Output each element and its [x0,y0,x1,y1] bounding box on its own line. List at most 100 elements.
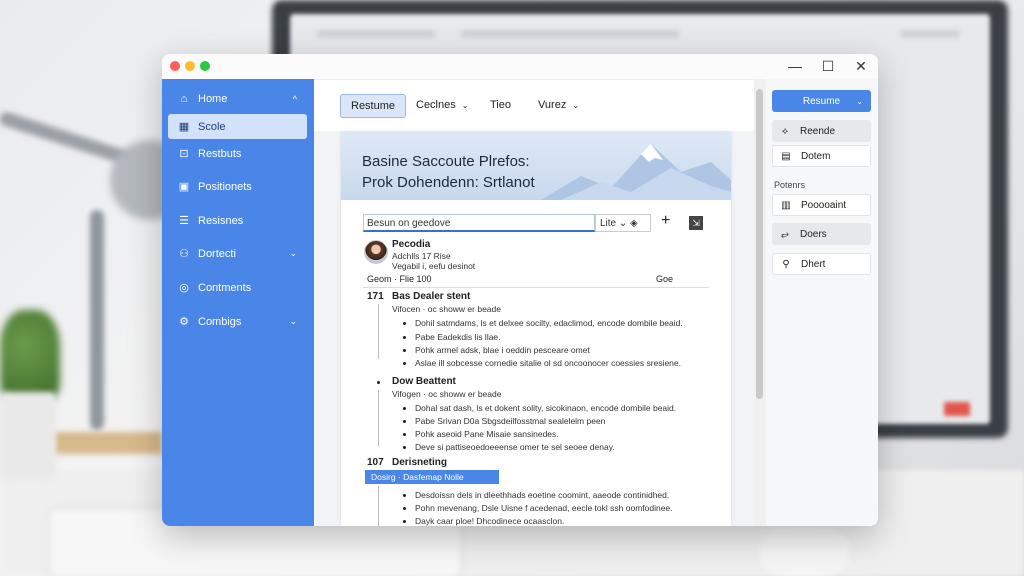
sidebar: ⌂ Home ^ ▦ Scole ⊡ Restbuts ▣ Positionet… [162,79,314,526]
background-lamp-arm [90,210,104,430]
button-label: Resume [802,95,841,107]
bullet-dot [403,407,406,410]
chart-icon: ⊡ [179,148,189,160]
document-banner: Basine Saccoute Plrefos: Prok Dohendenn:… [341,132,731,200]
section-number: 171 [367,291,384,302]
comment-icon: ◎ [179,282,189,294]
background-pot [0,392,56,478]
bullet-dot [403,336,406,339]
bullet-text: Dohil satmdams, ls et delxee socilty, ed… [415,318,683,328]
document-title-line-2: Prok Dohendenn: Srtlanot [362,174,535,191]
bullet-text: Pabe Srivan D0a Sbgsdeilfosstmal sealele… [415,416,606,426]
chevron-up-icon: ^ [292,93,297,104]
tab-restume[interactable]: Restume [340,94,407,118]
maximize-icon[interactable]: ☐ [818,56,838,76]
vertical-scrollbar[interactable] [754,79,766,526]
divider [363,287,709,288]
document-page: Basine Saccoute Plrefos: Prok Dohendenn:… [341,132,731,526]
sidebar-item-combigs[interactable]: ⚙ Combigs ⌄ [168,309,307,334]
title-bar: — ☐ ✕ [162,54,878,80]
bullet-text: Aslae ill sobcesse cornedie sitalie ol s… [415,358,682,368]
profile-name: Pecodia [392,239,431,250]
panel-section-label: Potenrs [774,180,806,190]
profile-line-1: Adchlls 17 Rise [392,251,451,261]
sidebar-item-resisnes[interactable]: ☰ Resisnes [168,208,307,233]
dhert-button[interactable]: ⚲ Dhert [772,253,871,275]
sidebar-item-contments[interactable]: ◎ Contments [168,275,307,300]
button-label: Pooooaint [801,199,847,211]
sidebar-item-dortecti[interactable]: ⚇ Dortecti ⌄ [168,241,307,266]
sidebar-item-restbuts[interactable]: ⊡ Restbuts [168,141,307,166]
right-panel: Resume ⌄ ⟡ Reende ▤ Dotem Potenrs ▥ Pooo… [766,79,878,526]
button-label: Doers [800,228,827,240]
background-line [460,30,680,38]
card-icon: ▣ [178,181,190,193]
pooooaint-button[interactable]: ▥ Pooooaint [772,194,871,216]
bullet-text: Pohk aseoid Pane Misaie sansinedes. [415,429,559,439]
tab-vurez[interactable]: Vurez ⌄ [528,94,589,116]
sidebar-item-label: Restbuts [198,147,242,160]
mountain-illustration [541,144,731,200]
bullet-dot [403,420,406,423]
tab-ceclnes[interactable]: Ceclnes ⌄ [406,94,478,116]
resume-dropdown-button[interactable]: Resume ⌄ [772,90,871,112]
button-label: Dhert [801,258,826,270]
bullet-dot [403,433,406,436]
add-icon[interactable]: + [661,212,670,230]
section-number: 107 [367,457,384,468]
gear-icon: ⚙ [179,316,189,328]
sidebar-item-scole[interactable]: ▦ Scole [168,114,307,139]
bullet-dot [403,507,406,510]
minimize-dot-button[interactable] [185,61,195,71]
profile-line-2: Vegabil i, eefu desinot [392,261,476,271]
section-title: Derisneting [392,457,448,468]
tab-label: Restume [351,100,396,112]
app-window: — ☐ ✕ ⌂ Home ^ ▦ Scole ⊡ Restbuts ▣ Posi… [162,54,878,526]
document-icon: ▥ [781,199,791,211]
background-mouse [760,528,850,576]
toolbar: Restume Ceclnes ⌄ Tieo Vurez ⌄ [314,79,754,131]
button-label: Dotem [801,150,831,162]
sidebar-item-label: Home [198,92,228,105]
sidebar-item-label: Scole [198,120,226,133]
sidebar-item-positionets[interactable]: ▣ Positionets [168,174,307,199]
zoom-dot-button[interactable] [200,61,210,71]
dotem-button[interactable]: ▤ Dotem [772,145,871,167]
timeline-line [378,304,379,359]
bullet-dot [403,520,406,523]
bullet-dot [377,381,380,384]
cursor-icon: ⟡ [781,125,789,137]
minimize-icon[interactable]: — [785,56,805,76]
bullet-dot [403,362,406,365]
section-subtitle: Vifocen · oc showw er beade [392,304,501,314]
layout-icon: ▤ [781,150,791,162]
meta-left: Geom · Flie 100 [367,274,432,284]
bullet-text: Deve si pattiseoedoeeense omer te sel se… [415,442,615,452]
section-title: Dow Beattent [392,376,456,387]
scrollbar-thumb[interactable] [756,89,763,399]
lite-dropdown[interactable]: Lite ⌄ ◈ [595,214,651,232]
bullet-dot [403,349,406,352]
sidebar-item-label: Combigs [198,315,242,328]
selected-line-text[interactable]: Dosirg · Dasfemap Nolle [371,472,464,482]
avatar [364,240,388,264]
sidebar-item-label: Positionets [198,180,252,193]
sidebar-item-label: Resisnes [198,214,244,227]
chevron-down-icon: ⌄ [856,96,863,106]
doers-button[interactable]: ⥂ Doers [772,223,871,245]
bullet-text: Dayk caar ploe! Dhcodinece ocaasclon. [415,516,565,526]
tab-tieo[interactable]: Tieo [480,94,521,116]
bullet-text: Desdoissn dels in dleethhads eoetine coo… [415,490,670,500]
button-label: Reende [800,125,836,137]
reende-button[interactable]: ⟡ Reende [772,120,871,142]
bullet-text: Pabe Eadekdis lis llae. [415,332,501,342]
sidebar-item-home[interactable]: ⌂ Home ^ [168,86,307,111]
pin-icon: ⚲ [782,258,790,270]
bullet-text: Pohn mevenang, Dsle Uisne f acedenad, ee… [415,503,673,513]
bullet-dot [403,494,406,497]
link-icon: ⥂ [781,228,789,240]
close-dot-button[interactable] [170,61,180,71]
export-icon[interactable]: ⇲ [689,216,703,230]
document-search-input[interactable]: Besun on geedove [363,214,595,232]
close-icon[interactable]: ✕ [851,56,871,76]
